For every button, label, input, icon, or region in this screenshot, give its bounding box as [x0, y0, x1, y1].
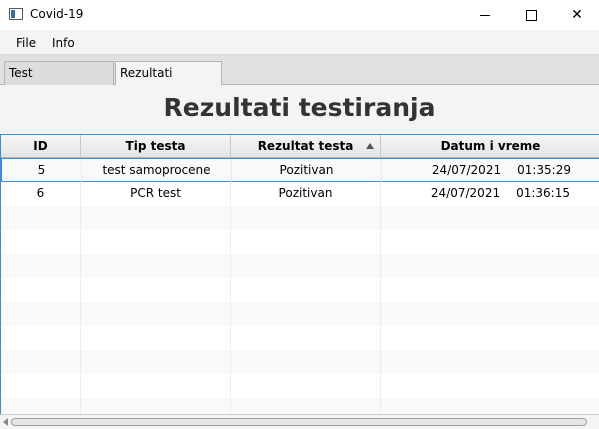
cell-id: 6 [1, 182, 81, 205]
menu-bar: File Info [0, 30, 599, 55]
scrollbar-thumb[interactable] [11, 418, 587, 426]
tab-bar: Test samoprocene Rezultati testiranja [0, 55, 599, 102]
column-header-tip-testa[interactable]: Tip testa [81, 135, 231, 157]
table-header: ID Tip testa Rezultat testa Datum i vrem… [1, 135, 599, 158]
horizontal-scrollbar[interactable] [0, 414, 599, 429]
empty-row [1, 254, 599, 278]
cell-rezultat: Pozitivan [232, 159, 382, 182]
close-button[interactable]: ✕ [554, 0, 599, 30]
column-header-datum-i-vreme[interactable]: Datum i vreme [381, 135, 599, 157]
empty-row [1, 230, 599, 254]
menu-file[interactable]: File [16, 36, 36, 50]
cell-datum-i-vreme: 24/07/2021 01:35:29 [382, 159, 599, 182]
empty-row [1, 302, 599, 326]
table-row[interactable]: 6 PCR test Pozitivan 24/07/2021 01:36:15 [1, 182, 599, 206]
title-bar: Covid-19 ✕ [0, 0, 599, 30]
menu-info[interactable]: Info [52, 36, 75, 50]
page-title: Rezultati testiranja [163, 93, 436, 122]
column-header-id[interactable]: ID [1, 135, 81, 157]
close-icon: ✕ [571, 7, 583, 23]
cell-rezultat: Pozitivan [231, 182, 381, 205]
maximize-button[interactable] [508, 0, 554, 30]
window-title: Covid-19 [30, 7, 84, 21]
app-icon [9, 8, 23, 20]
maximize-icon [525, 9, 537, 21]
cell-datum: 24/07/2021 [431, 163, 502, 177]
table-row[interactable]: 5 test samoprocene Pozitivan 24/07/2021 0… [1, 158, 599, 182]
cell-id: 5 [2, 159, 82, 182]
column-header-rezultat-testa[interactable]: Rezultat testa [231, 135, 381, 157]
empty-row [1, 278, 599, 302]
tab-rezultati-testiranja[interactable]: Rezultati testiranja [115, 61, 222, 102]
cell-tip-testa: PCR test [81, 182, 231, 205]
cell-datum-i-vreme: 24/07/2021 01:36:15 [381, 182, 599, 205]
minimize-icon [480, 14, 490, 16]
empty-row [1, 326, 599, 350]
column-header-label: Rezultat testa [257, 139, 354, 153]
tab-content: Rezultati testiranja ID Tip testa Rezult… [0, 85, 599, 429]
empty-row [1, 398, 599, 414]
results-table[interactable]: ID Tip testa Rezultat testa Datum i vrem… [0, 134, 599, 414]
cell-tip-testa: test samoprocene [82, 159, 232, 182]
empty-row [1, 374, 599, 398]
sort-ascending-icon [366, 143, 374, 149]
cell-vreme: 01:36:15 [516, 186, 570, 200]
empty-row [1, 206, 599, 230]
tab-test-samoprocene[interactable]: Test samoprocene [4, 61, 114, 102]
cell-datum: 24/07/2021 [430, 186, 501, 200]
empty-row [1, 350, 599, 374]
cell-vreme: 01:35:29 [517, 163, 571, 177]
scroll-left-icon[interactable] [3, 418, 8, 426]
minimize-button[interactable] [462, 0, 508, 30]
